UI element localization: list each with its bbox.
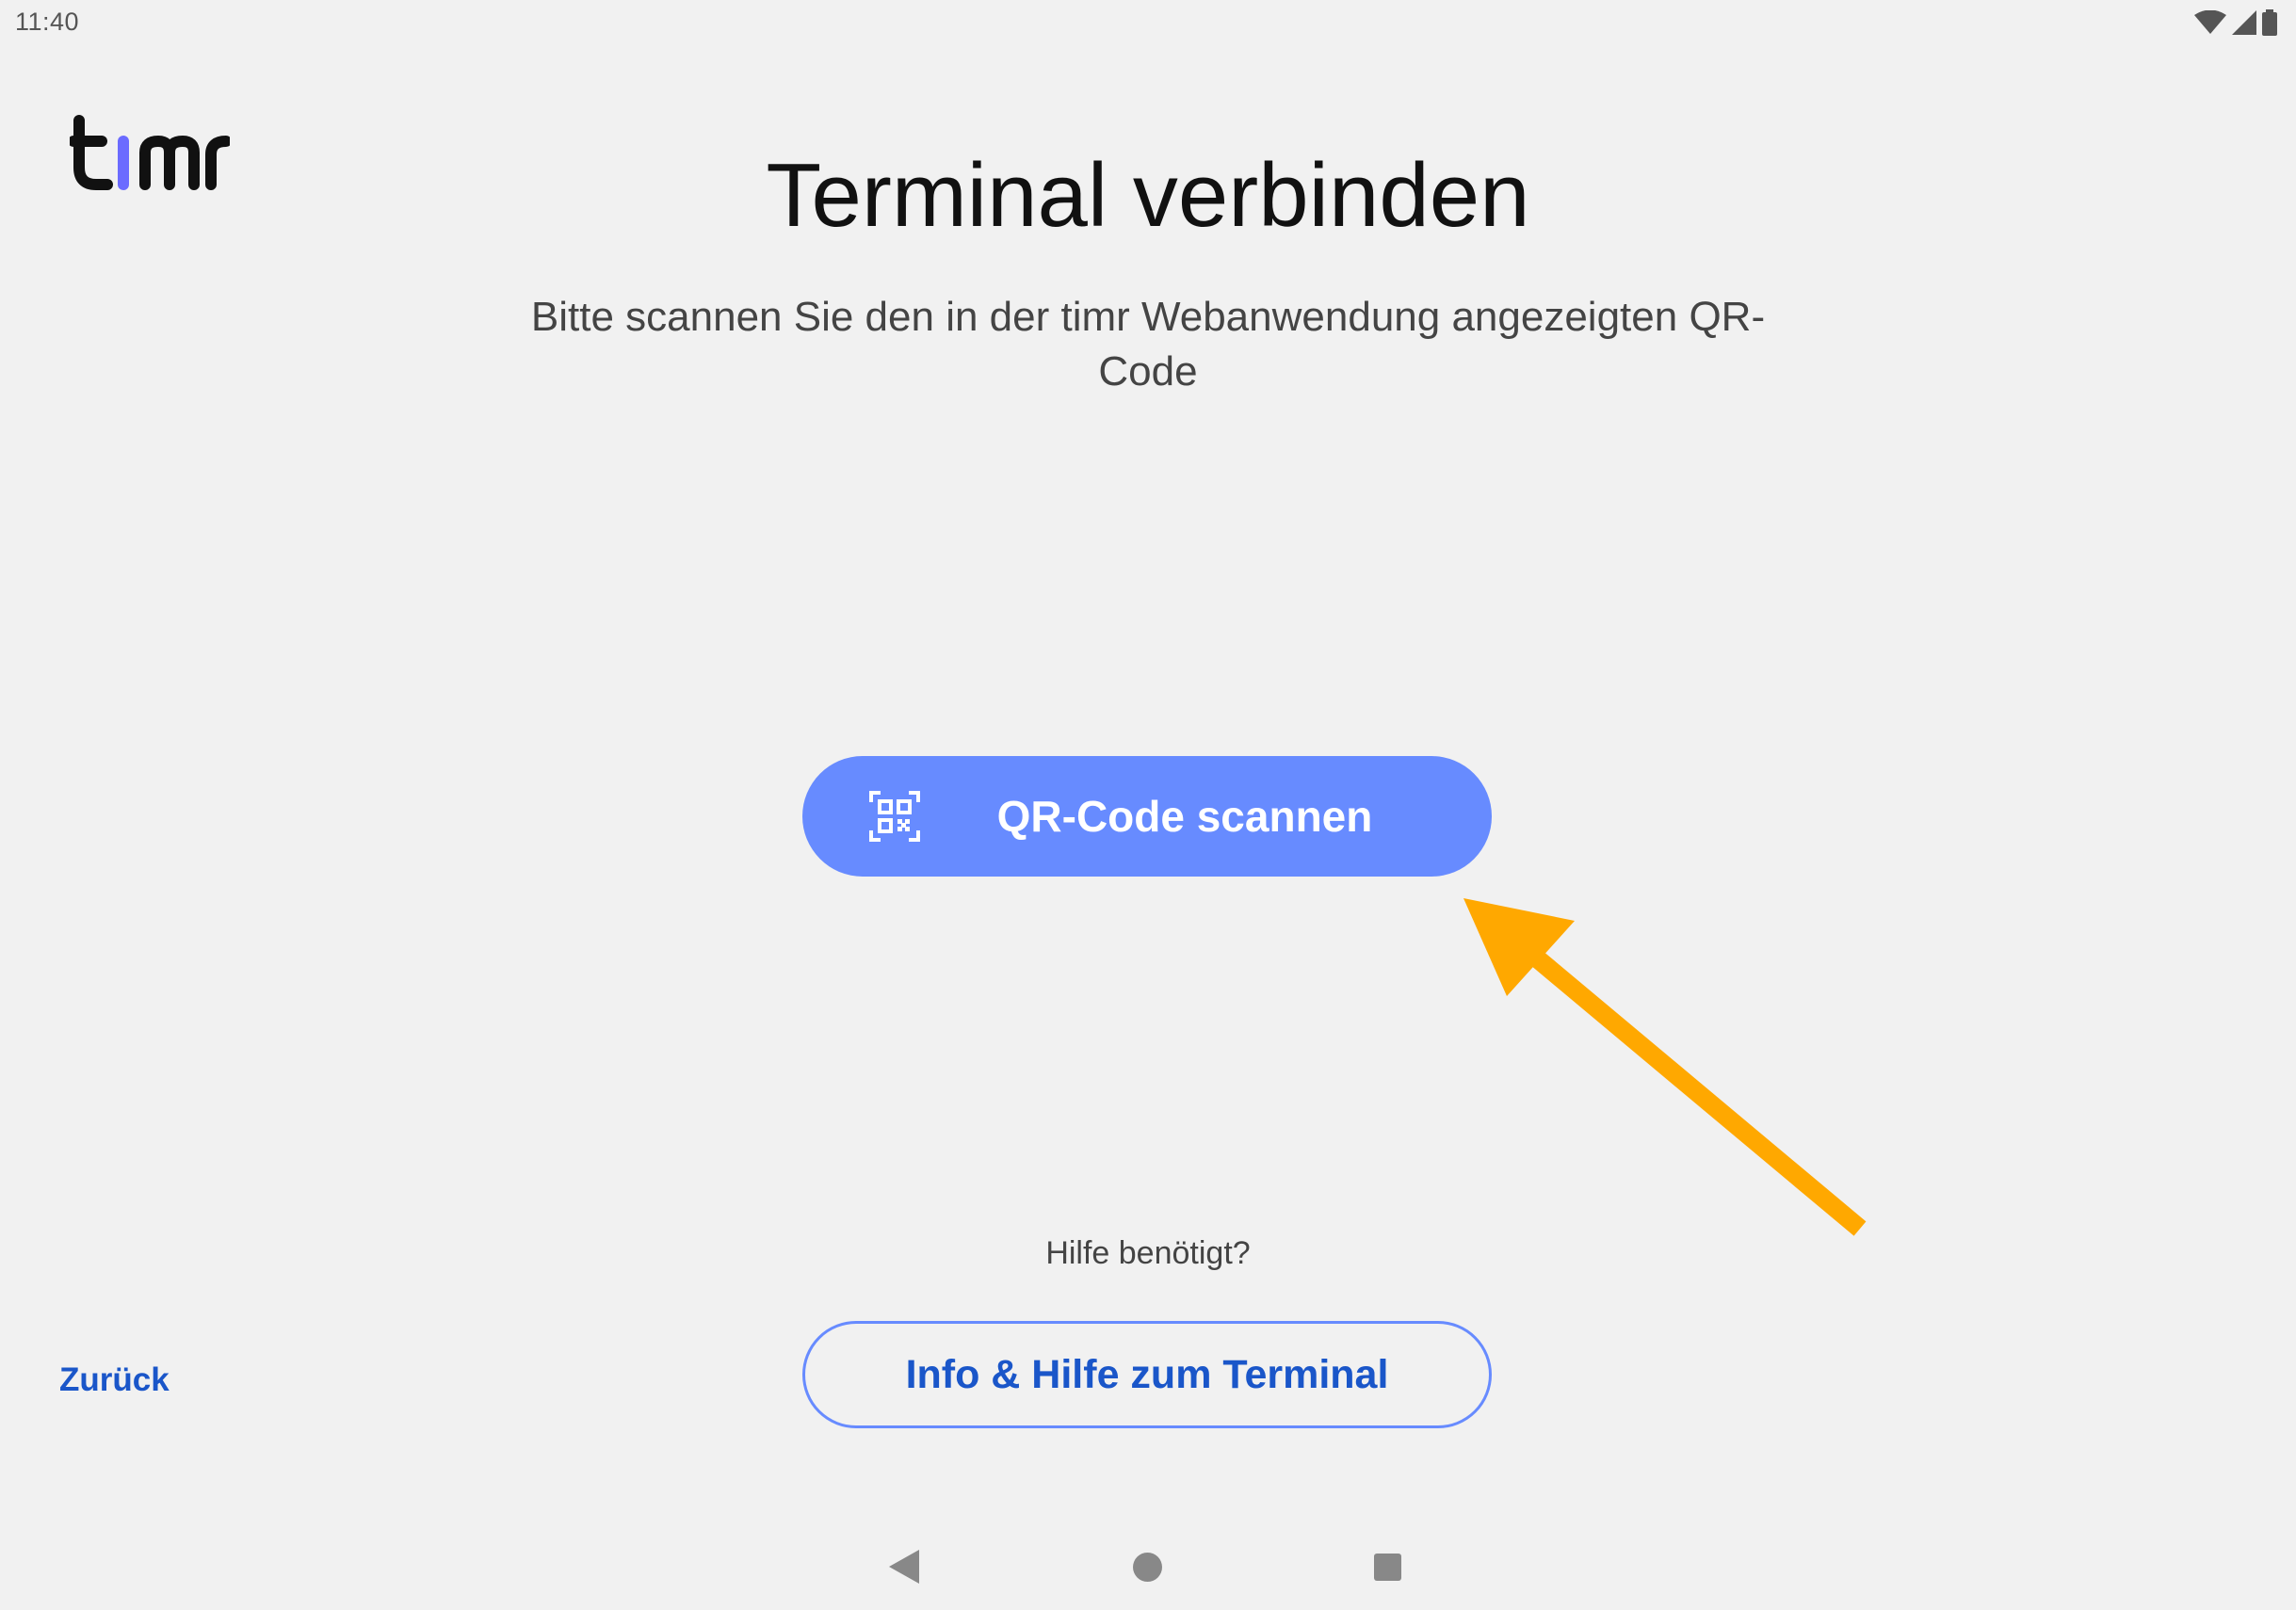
qr-code-icon <box>869 791 920 842</box>
status-time: 11:40 <box>15 8 80 36</box>
status-icons <box>2194 9 2277 36</box>
info-help-terminal-button[interactable]: Info & Hilfe zum Terminal <box>802 1321 1492 1428</box>
back-triangle-icon[interactable] <box>887 1550 919 1584</box>
recents-square-icon[interactable] <box>1374 1554 1401 1581</box>
page-subtitle: Bitte scannen Sie den in der timr Webanw… <box>530 294 1766 394</box>
terminal-connect-screen: 11:40 Terminal verbinden Bitte scannen S… <box>0 0 2296 1610</box>
help-button-label: Info & Hilfe zum Terminal <box>905 1352 1389 1397</box>
battery-icon <box>2262 9 2277 36</box>
arrow-icon <box>1463 898 1867 1236</box>
help-prompt: Hilfe benötigt? <box>1045 1235 1251 1271</box>
cell-signal-icon <box>2232 10 2256 35</box>
wifi-icon <box>2194 10 2226 34</box>
scan-qr-code-button[interactable]: QR-Code scannen <box>802 756 1492 877</box>
system-navigation-bar <box>0 1535 2296 1591</box>
scan-button-label: QR-Code scannen <box>996 792 1373 841</box>
back-link[interactable]: Zurück <box>59 1361 170 1399</box>
page-title: Terminal verbinden <box>766 145 1530 246</box>
home-circle-icon[interactable] <box>1133 1553 1162 1582</box>
